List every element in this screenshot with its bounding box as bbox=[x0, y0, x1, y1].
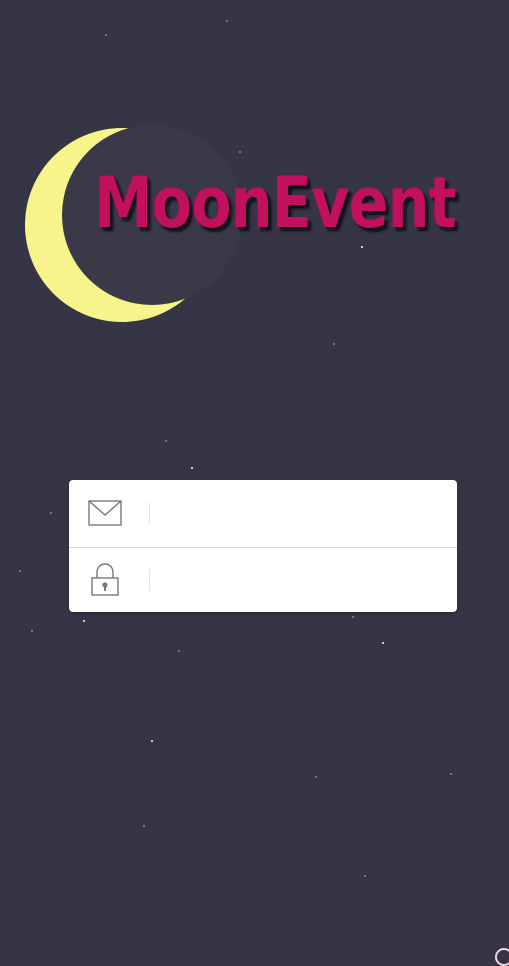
star bbox=[450, 773, 452, 775]
star bbox=[333, 343, 335, 345]
padlock-icon bbox=[87, 562, 123, 598]
star bbox=[178, 650, 180, 652]
star bbox=[361, 246, 363, 248]
star bbox=[382, 642, 384, 644]
star bbox=[31, 630, 33, 632]
star bbox=[191, 467, 193, 469]
star bbox=[143, 825, 145, 827]
star bbox=[50, 512, 52, 514]
star bbox=[364, 875, 366, 877]
envelope-icon bbox=[87, 495, 123, 531]
star bbox=[83, 620, 85, 622]
star bbox=[315, 776, 317, 778]
star bbox=[151, 740, 153, 742]
star bbox=[165, 440, 167, 442]
email-input[interactable] bbox=[149, 495, 439, 531]
login-screen: MoonEvent bbox=[0, 0, 509, 966]
password-field-row bbox=[69, 547, 457, 612]
corner-indicator bbox=[495, 948, 509, 966]
email-field-row bbox=[69, 480, 457, 546]
password-input[interactable] bbox=[149, 561, 439, 598]
login-form bbox=[69, 480, 457, 612]
logo-text: MoonEvent bbox=[94, 162, 457, 244]
star bbox=[352, 616, 354, 618]
star bbox=[19, 570, 21, 572]
